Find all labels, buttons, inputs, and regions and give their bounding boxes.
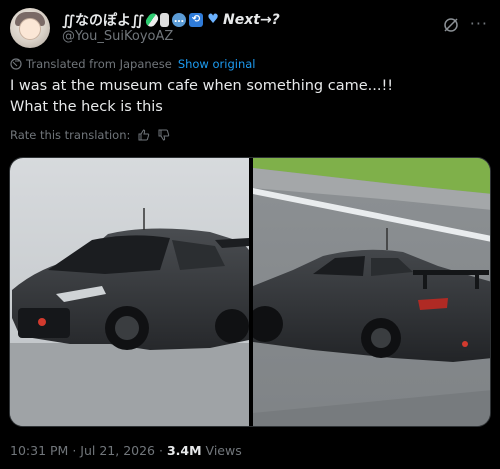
display-name[interactable]: ∬なのぽよ∬ … ⟲ ♥ Next→? bbox=[62, 10, 280, 30]
meta-separator: · bbox=[159, 443, 163, 458]
meta-separator: · bbox=[72, 443, 77, 458]
tweet-text: I was at the museum cafe when something … bbox=[10, 76, 393, 118]
views-count: 3.4M bbox=[166, 443, 202, 458]
rate-translation-label: Rate this translation: bbox=[10, 128, 131, 142]
car-front-illustration bbox=[10, 158, 249, 426]
avatar-face bbox=[19, 18, 41, 40]
tweet-text-line: What the heck is this bbox=[10, 99, 163, 115]
media-grid bbox=[9, 157, 491, 427]
tweet-date[interactable]: Jul 21, 2026 bbox=[80, 443, 155, 458]
rate-translation: Rate this translation: bbox=[10, 128, 170, 142]
jar-emoji-icon bbox=[160, 13, 170, 27]
pill-emoji-icon bbox=[143, 11, 161, 29]
show-original-link[interactable]: Show original bbox=[178, 57, 256, 71]
translation-label: Translated from Japanese bbox=[26, 57, 172, 71]
thumbs-up-icon[interactable] bbox=[138, 129, 150, 141]
display-name-tail: Next→? bbox=[223, 12, 280, 28]
tweet-text-line: I was at the museum cafe when something … bbox=[10, 78, 394, 94]
tweet-header: ∬なのぽよ∬ … ⟲ ♥ Next→? @You_SuiKoyoAZ ··· bbox=[10, 8, 490, 48]
car-rear-photo[interactable] bbox=[253, 158, 490, 426]
tweet-time[interactable]: 10:31 PM bbox=[10, 443, 68, 458]
blue-heart-emoji-icon: ♥ bbox=[207, 12, 219, 27]
repeat-emoji-icon: ⟲ bbox=[189, 13, 204, 27]
car-rear-illustration bbox=[253, 158, 490, 426]
thumbs-down-icon[interactable] bbox=[158, 129, 170, 141]
views-label: Views bbox=[205, 443, 242, 458]
grok-icon[interactable] bbox=[442, 16, 460, 34]
speech-bubble-emoji-icon: … bbox=[172, 13, 187, 27]
user-handle[interactable]: @You_SuiKoyoAZ bbox=[62, 29, 173, 44]
tweet-meta: 10:31 PM · Jul 21, 2026 · 3.4M Views bbox=[10, 443, 242, 458]
avatar[interactable] bbox=[10, 8, 50, 48]
car-front-photo[interactable] bbox=[10, 158, 249, 426]
more-icon[interactable]: ··· bbox=[470, 14, 488, 33]
display-name-text: ∬なのぽよ∬ bbox=[62, 13, 145, 29]
globe-icon bbox=[10, 58, 22, 70]
translation-notice: Translated from Japanese Show original bbox=[10, 57, 255, 71]
